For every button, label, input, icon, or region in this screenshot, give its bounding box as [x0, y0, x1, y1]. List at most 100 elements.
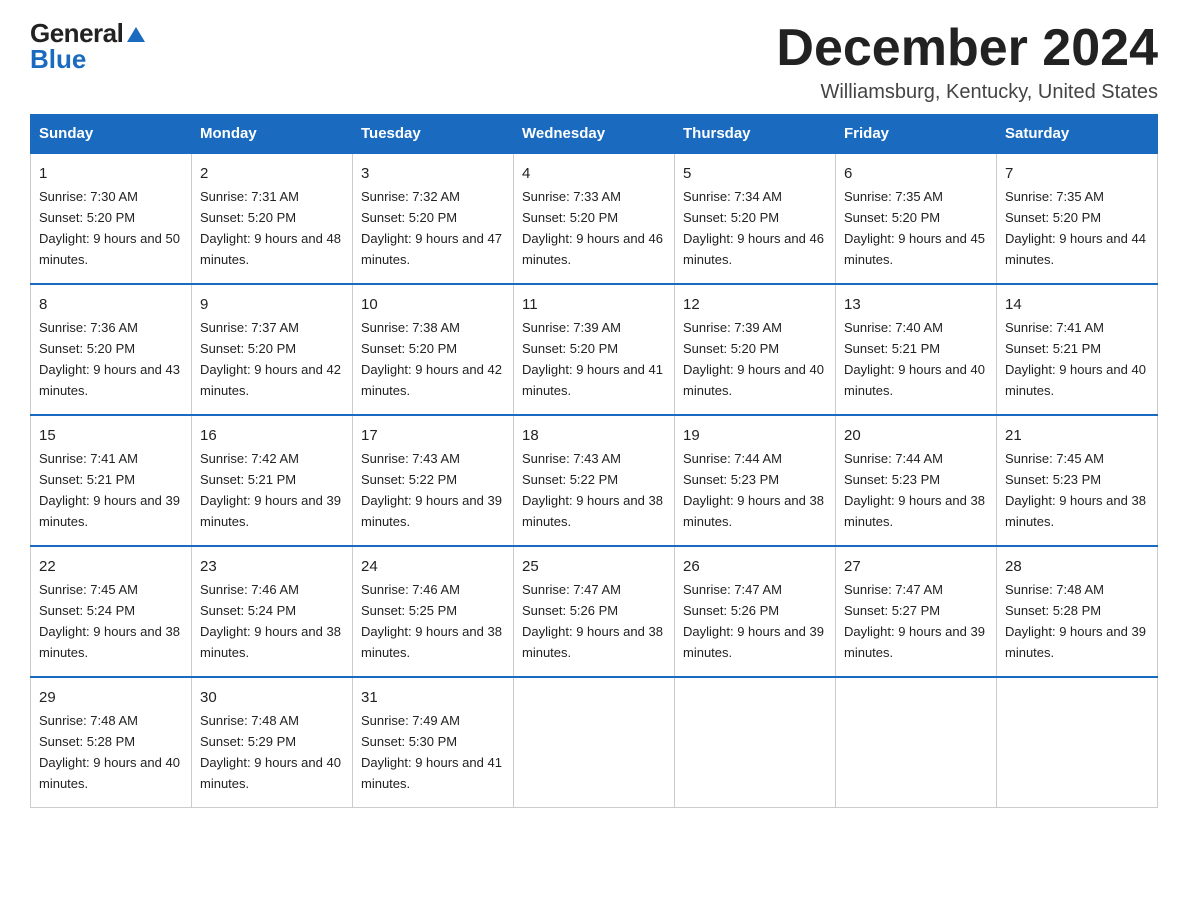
day-info: Sunrise: 7:48 AMSunset: 5:29 PMDaylight:…: [200, 713, 341, 791]
table-row: 2 Sunrise: 7:31 AMSunset: 5:20 PMDaylight…: [192, 153, 353, 284]
logo: General Blue: [30, 20, 145, 72]
day-info: Sunrise: 7:41 AMSunset: 5:21 PMDaylight:…: [1005, 320, 1146, 398]
table-row: 31 Sunrise: 7:49 AMSunset: 5:30 PMDayligh…: [353, 677, 514, 807]
logo-blue-text: Blue: [30, 46, 86, 72]
day-number: 9: [200, 293, 344, 316]
day-info: Sunrise: 7:44 AMSunset: 5:23 PMDaylight:…: [844, 451, 985, 529]
table-row: 1Sunrise: 7:30 AMSunset: 5:20 PMDaylight…: [31, 153, 192, 284]
day-number: 30: [200, 686, 344, 709]
day-number: 13: [844, 293, 988, 316]
table-row: 10Sunrise: 7:38 AMSunset: 5:20 PMDayligh…: [353, 284, 514, 415]
day-info: Sunrise: 7:33 AMSunset: 5:20 PMDaylight:…: [522, 189, 663, 267]
day-number: 14: [1005, 293, 1149, 316]
header-wednesday: Wednesday: [514, 115, 675, 154]
table-row: 11 Sunrise: 7:39 AMSunset: 5:20 PMDayligh…: [514, 284, 675, 415]
table-row: 7 Sunrise: 7:35 AMSunset: 5:20 PMDaylight…: [997, 153, 1158, 284]
day-info: Sunrise: 7:35 AMSunset: 5:20 PMDaylight:…: [1005, 189, 1146, 267]
header-friday: Friday: [836, 115, 997, 154]
day-number: 22: [39, 555, 183, 578]
day-info: Sunrise: 7:40 AMSunset: 5:21 PMDaylight:…: [844, 320, 985, 398]
day-number: 28: [1005, 555, 1149, 578]
day-number: 31: [361, 686, 505, 709]
week-row-1: 1Sunrise: 7:30 AMSunset: 5:20 PMDaylight…: [31, 153, 1158, 284]
day-info: Sunrise: 7:41 AMSunset: 5:21 PMDaylight:…: [39, 451, 180, 529]
calendar-table: SundayMondayTuesdayWednesdayThursdayFrid…: [30, 114, 1158, 808]
day-info: Sunrise: 7:39 AMSunset: 5:20 PMDaylight:…: [522, 320, 663, 398]
day-number: 7: [1005, 162, 1149, 185]
title-block: December 2024 Williamsburg, Kentucky, Un…: [776, 20, 1158, 104]
day-info: Sunrise: 7:35 AMSunset: 5:20 PMDaylight:…: [844, 189, 985, 267]
day-info: Sunrise: 7:43 AMSunset: 5:22 PMDaylight:…: [522, 451, 663, 529]
calendar-title: December 2024: [776, 20, 1158, 77]
page-header: General Blue December 2024 Williamsburg,…: [30, 20, 1158, 104]
day-info: Sunrise: 7:31 AMSunset: 5:20 PMDaylight:…: [200, 189, 341, 267]
day-number: 10: [361, 293, 505, 316]
day-number: 16: [200, 424, 344, 447]
table-row: [997, 677, 1158, 807]
day-number: 5: [683, 162, 827, 185]
day-info: Sunrise: 7:48 AMSunset: 5:28 PMDaylight:…: [1005, 582, 1146, 660]
table-row: [514, 677, 675, 807]
day-number: 12: [683, 293, 827, 316]
day-number: 27: [844, 555, 988, 578]
logo-general-text: General: [30, 20, 123, 46]
day-info: Sunrise: 7:36 AMSunset: 5:20 PMDaylight:…: [39, 320, 180, 398]
day-number: 11: [522, 293, 666, 316]
table-row: 26Sunrise: 7:47 AMSunset: 5:26 PMDayligh…: [675, 546, 836, 677]
table-row: 6Sunrise: 7:35 AMSunset: 5:20 PMDaylight…: [836, 153, 997, 284]
table-row: 29Sunrise: 7:48 AMSunset: 5:28 PMDayligh…: [31, 677, 192, 807]
table-row: [675, 677, 836, 807]
table-row: 13 Sunrise: 7:40 AMSunset: 5:21 PMDayligh…: [836, 284, 997, 415]
table-row: 23Sunrise: 7:46 AMSunset: 5:24 PMDayligh…: [192, 546, 353, 677]
header-sunday: Sunday: [31, 115, 192, 154]
table-row: 18 Sunrise: 7:43 AMSunset: 5:22 PMDayligh…: [514, 415, 675, 546]
calendar-subtitle: Williamsburg, Kentucky, United States: [776, 81, 1158, 104]
table-row: 12 Sunrise: 7:39 AMSunset: 5:20 PMDayligh…: [675, 284, 836, 415]
table-row: 21Sunrise: 7:45 AMSunset: 5:23 PMDayligh…: [997, 415, 1158, 546]
day-info: Sunrise: 7:30 AMSunset: 5:20 PMDaylight:…: [39, 189, 180, 267]
day-info: Sunrise: 7:49 AMSunset: 5:30 PMDaylight:…: [361, 713, 502, 791]
table-row: 24 Sunrise: 7:46 AMSunset: 5:25 PMDayligh…: [353, 546, 514, 677]
day-info: Sunrise: 7:47 AMSunset: 5:26 PMDaylight:…: [683, 582, 824, 660]
day-number: 3: [361, 162, 505, 185]
day-number: 4: [522, 162, 666, 185]
day-number: 18: [522, 424, 666, 447]
table-row: 9 Sunrise: 7:37 AMSunset: 5:20 PMDaylight…: [192, 284, 353, 415]
day-info: Sunrise: 7:42 AMSunset: 5:21 PMDaylight:…: [200, 451, 341, 529]
table-row: 3 Sunrise: 7:32 AMSunset: 5:20 PMDaylight…: [353, 153, 514, 284]
day-info: Sunrise: 7:37 AMSunset: 5:20 PMDaylight:…: [200, 320, 341, 398]
day-info: Sunrise: 7:47 AMSunset: 5:27 PMDaylight:…: [844, 582, 985, 660]
header-monday: Monday: [192, 115, 353, 154]
day-number: 24: [361, 555, 505, 578]
day-info: Sunrise: 7:32 AMSunset: 5:20 PMDaylight:…: [361, 189, 502, 267]
day-info: Sunrise: 7:43 AMSunset: 5:22 PMDaylight:…: [361, 451, 502, 529]
day-info: Sunrise: 7:34 AMSunset: 5:20 PMDaylight:…: [683, 189, 824, 267]
day-number: 2: [200, 162, 344, 185]
day-info: Sunrise: 7:48 AMSunset: 5:28 PMDaylight:…: [39, 713, 180, 791]
table-row: 28 Sunrise: 7:48 AMSunset: 5:28 PMDayligh…: [997, 546, 1158, 677]
day-number: 17: [361, 424, 505, 447]
day-number: 25: [522, 555, 666, 578]
week-row-4: 22 Sunrise: 7:45 AMSunset: 5:24 PMDayligh…: [31, 546, 1158, 677]
table-row: 4 Sunrise: 7:33 AMSunset: 5:20 PMDaylight…: [514, 153, 675, 284]
table-row: 27 Sunrise: 7:47 AMSunset: 5:27 PMDayligh…: [836, 546, 997, 677]
table-row: 19 Sunrise: 7:44 AMSunset: 5:23 PMDayligh…: [675, 415, 836, 546]
table-row: 16 Sunrise: 7:42 AMSunset: 5:21 PMDayligh…: [192, 415, 353, 546]
day-info: Sunrise: 7:39 AMSunset: 5:20 PMDaylight:…: [683, 320, 824, 398]
day-info: Sunrise: 7:44 AMSunset: 5:23 PMDaylight:…: [683, 451, 824, 529]
calendar-header-row: SundayMondayTuesdayWednesdayThursdayFrid…: [31, 115, 1158, 154]
table-row: 22 Sunrise: 7:45 AMSunset: 5:24 PMDayligh…: [31, 546, 192, 677]
logo-triangle-icon: [127, 27, 145, 42]
table-row: 8Sunrise: 7:36 AMSunset: 5:20 PMDaylight…: [31, 284, 192, 415]
header-saturday: Saturday: [997, 115, 1158, 154]
table-row: [836, 677, 997, 807]
day-number: 21: [1005, 424, 1149, 447]
table-row: 20Sunrise: 7:44 AMSunset: 5:23 PMDayligh…: [836, 415, 997, 546]
day-info: Sunrise: 7:47 AMSunset: 5:26 PMDaylight:…: [522, 582, 663, 660]
day-info: Sunrise: 7:46 AMSunset: 5:25 PMDaylight:…: [361, 582, 502, 660]
table-row: 17 Sunrise: 7:43 AMSunset: 5:22 PMDayligh…: [353, 415, 514, 546]
day-info: Sunrise: 7:45 AMSunset: 5:24 PMDaylight:…: [39, 582, 180, 660]
day-number: 19: [683, 424, 827, 447]
day-info: Sunrise: 7:46 AMSunset: 5:24 PMDaylight:…: [200, 582, 341, 660]
table-row: 15Sunrise: 7:41 AMSunset: 5:21 PMDayligh…: [31, 415, 192, 546]
